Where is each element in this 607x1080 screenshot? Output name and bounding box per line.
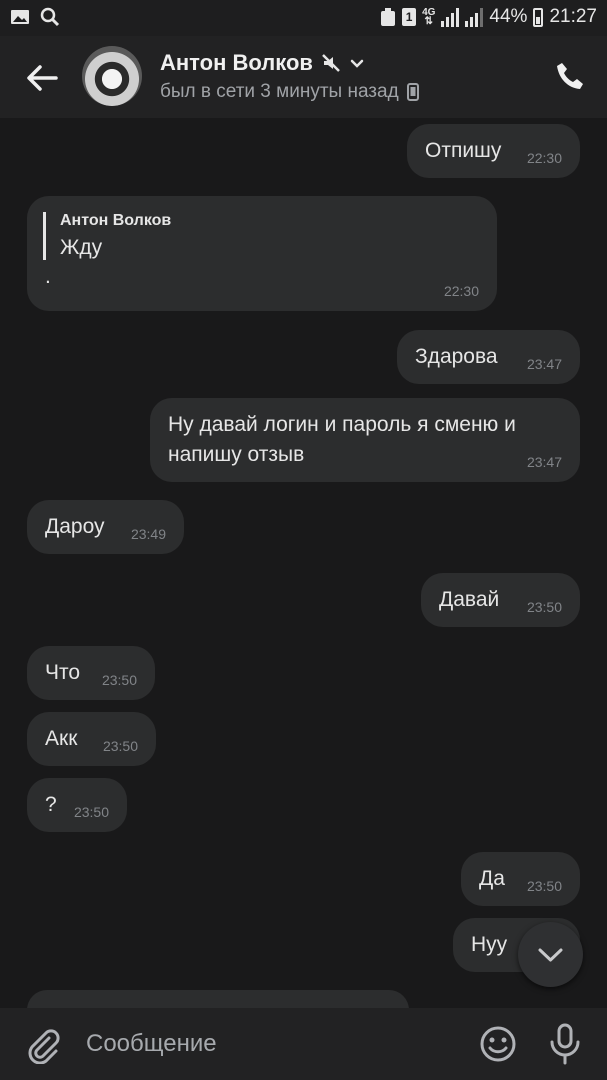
signal-icon-2: [465, 7, 484, 27]
search-icon: [40, 7, 60, 27]
microphone-icon[interactable]: [545, 1022, 585, 1066]
battery-percent: 44%: [489, 6, 528, 27]
message-text: Дароу: [45, 515, 105, 538]
status-bar: 1 4G ⇅ 44% 21:27: [0, 0, 607, 36]
paperclip-icon[interactable]: [22, 1024, 62, 1064]
message-time: 23:50: [526, 878, 562, 894]
message-bubble-in[interactable]: ? 23:50: [27, 778, 127, 832]
message-bubble-out[interactable]: Здарова 23:47: [397, 330, 580, 384]
scroll-down-button[interactable]: [518, 922, 583, 987]
arrow-left-icon[interactable]: [22, 58, 62, 98]
quote-text: Жду: [60, 236, 103, 259]
composer: Сообщение: [0, 1008, 607, 1080]
message-time: 23:47: [526, 454, 562, 470]
contact-status: был в сети 3 минуты назад: [160, 81, 419, 103]
clock: 21:27: [549, 6, 597, 27]
message-time: 23:50: [102, 738, 138, 754]
message-bubble-in[interactable]: Что 23:50: [27, 646, 155, 700]
message-text: Здарова: [415, 345, 498, 368]
contact-title[interactable]: Антон Волков: [160, 50, 365, 76]
message-bubble-out[interactable]: Ну давай логин и пароль я сменю и напишу…: [150, 398, 580, 482]
message-time: 22:30: [526, 150, 562, 166]
message-input[interactable]: Сообщение: [86, 1030, 217, 1058]
last-seen-text: был в сети 3 минуты назад: [160, 81, 399, 102]
message-time: 23:50: [101, 672, 137, 688]
message-time: 23:47: [526, 356, 562, 372]
image-icon: [11, 10, 29, 24]
avatar[interactable]: [82, 46, 142, 106]
message-list[interactable]: Отпишу 22:30 Антон Волков Жду . 22:30 Зд…: [0, 118, 607, 1008]
message-bubble-in-partial[interactable]: [27, 990, 409, 1008]
message-text: Давай: [439, 588, 500, 611]
message-bubble-out[interactable]: Отпишу 22:30: [407, 124, 580, 178]
message-text: Что: [45, 661, 81, 684]
sim-badge: 1: [402, 8, 417, 26]
chevron-down-icon: [350, 59, 364, 68]
message-bubble-in[interactable]: Дароу 23:49: [27, 500, 184, 554]
message-text: ?: [45, 793, 57, 816]
message-text: .: [45, 265, 51, 288]
recycle-icon: [381, 8, 396, 26]
message-text: Отпишу: [425, 139, 502, 162]
message-text: Нуу: [471, 933, 508, 956]
signal-icon: [441, 7, 460, 27]
message-text: Акк: [45, 727, 78, 750]
network-type: 4G ⇅: [422, 7, 436, 27]
message-bubble-in[interactable]: Антон Волков Жду . 22:30: [27, 196, 497, 311]
phone-device-icon: [406, 83, 419, 101]
reply-quote[interactable]: Антон Волков Жду: [43, 212, 479, 260]
quote-author: Антон Волков: [60, 212, 172, 229]
message-time: 23:49: [130, 526, 166, 542]
message-time: 23:50: [73, 804, 109, 820]
message-text: Ну давай логин и пароль я сменю и напишу…: [168, 413, 516, 466]
chat-header: Антон Волков был в сети 3 минуты назад: [0, 36, 607, 118]
chevron-down-icon: [538, 948, 563, 962]
battery-icon: [533, 7, 544, 27]
message-time: 22:30: [443, 283, 479, 299]
contact-name: Антон Волков: [160, 50, 313, 75]
message-time: 23:50: [526, 599, 562, 615]
message-bubble-in[interactable]: Акк 23:50: [27, 712, 156, 766]
smile-icon[interactable]: [478, 1024, 518, 1064]
muted-icon: [322, 54, 340, 72]
message-bubble-out[interactable]: Давай 23:50: [421, 573, 580, 627]
message-text: Да: [479, 867, 505, 890]
phone-icon[interactable]: [553, 60, 587, 94]
message-bubble-out[interactable]: Да 23:50: [461, 852, 580, 906]
